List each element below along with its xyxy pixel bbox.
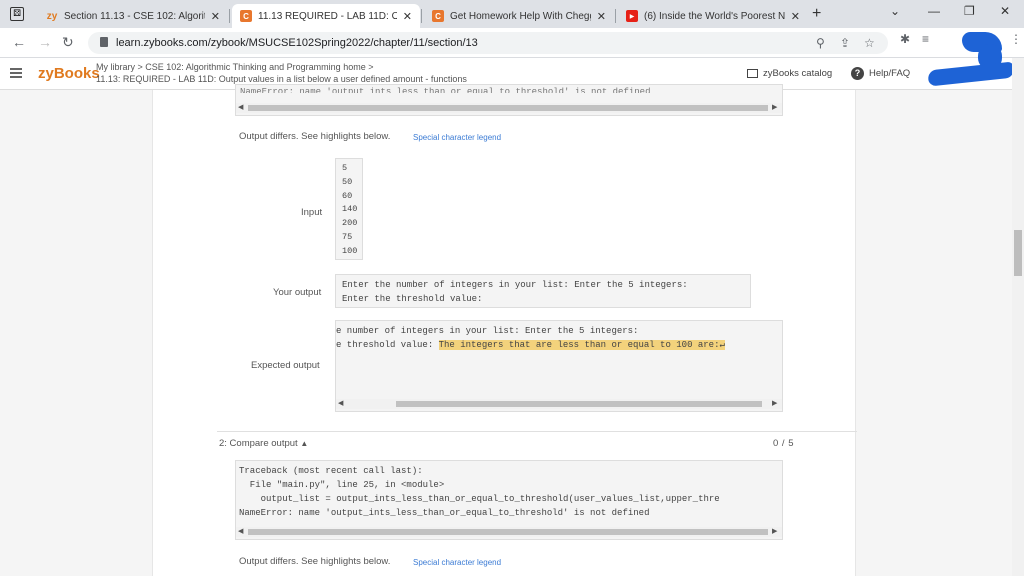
expected-output-line: e threshold value: The integers that are… — [336, 340, 725, 350]
previous-traceback-box: NameError: name 'output_ints_less_than_o… — [235, 84, 783, 116]
browser-menu-icon[interactable]: ⋮ — [1010, 32, 1022, 46]
help-icon: ? — [851, 67, 864, 80]
forward-icon[interactable]: → — [38, 34, 52, 50]
chegg-icon: C — [240, 10, 252, 22]
window-close-icon[interactable]: ✕ — [1000, 4, 1010, 18]
tab-title: (6) Inside the World's Poorest Ne — [644, 10, 785, 22]
close-icon[interactable]: ✕ — [597, 10, 606, 23]
tab-zybooks-section[interactable]: zy Section 11.13 - CSE 102: Algorith ✕ — [38, 4, 228, 28]
lock-icon — [100, 37, 108, 47]
your-output-line: Enter the number of integers in your lis… — [342, 280, 688, 290]
zybooks-logo[interactable]: zyBooks — [38, 65, 100, 82]
help-label: Help/FAQ — [869, 68, 911, 79]
traceback-line: Traceback (most recent call last): — [239, 466, 423, 476]
extensions-puzzle-icon[interactable]: ✱ — [900, 32, 910, 46]
diff-highlight: The integers that are less than or equal… — [438, 340, 725, 350]
page-vertical-scrollbar[interactable] — [1012, 58, 1024, 576]
close-icon[interactable]: ✕ — [403, 10, 412, 23]
horizontal-scrollbar[interactable]: ◀ ▶ — [236, 103, 782, 113]
share-icon[interactable]: ⇪ — [840, 36, 850, 50]
breadcrumb: My library > CSE 102: Algorithmic Thinki… — [96, 61, 467, 85]
your-output-line: Enter the threshold value: — [342, 294, 483, 304]
tab-title: 11.13 REQUIRED - LAB 11D: Outp — [258, 10, 397, 22]
input-box: 5 50 60 140 200 75 100 — [335, 158, 363, 260]
expected-output-line: e number of integers in your list: Enter… — [336, 326, 639, 336]
scroll-left-icon[interactable]: ◀ — [238, 527, 243, 537]
menu-icon[interactable] — [10, 68, 22, 78]
address-bar[interactable]: learn.zybooks.com/zybook/MSUCSE102Spring… — [88, 32, 888, 54]
traceback-box: Traceback (most recent call last): File … — [235, 460, 783, 540]
traceback-line: NameError: name 'output_ints_less_than_o… — [239, 508, 650, 518]
expected-output-label: Expected output — [251, 360, 320, 371]
tab-chegg[interactable]: C Get Homework Help With Chegg ✕ — [424, 4, 614, 28]
reading-list-icon[interactable]: ≡ — [922, 32, 929, 46]
app-menu-icon[interactable]: ⚄ — [10, 7, 24, 21]
minimize-icon[interactable]: — — [928, 4, 940, 18]
chegg-icon: C — [432, 10, 444, 22]
horizontal-scrollbar[interactable]: ◀ ▶ — [336, 399, 782, 409]
test-results-panel: NameError: name 'output_ints_less_than_o… — [152, 84, 857, 576]
close-icon[interactable]: ✕ — [791, 10, 800, 23]
special-character-legend-link[interactable]: Special character legend — [413, 133, 501, 142]
output-differs-text: Output differs. See highlights below. — [239, 556, 391, 567]
bookmark-star-icon[interactable]: ☆ — [864, 36, 875, 50]
zy-icon: zy — [46, 10, 58, 22]
traceback-line: File "main.py", line 25, in <module> — [239, 480, 445, 490]
url-text[interactable]: learn.zybooks.com/zybook/MSUCSE102Spring… — [116, 37, 478, 49]
browser-toolbar: ← → ↻ learn.zybooks.com/zybook/MSUCSE102… — [0, 28, 1024, 58]
scroll-left-icon[interactable]: ◀ — [238, 103, 243, 113]
tab-title: Get Homework Help With Chegg — [450, 10, 591, 22]
input-values: 5 50 60 140 200 75 100 — [342, 163, 358, 256]
back-icon[interactable]: ← — [12, 34, 26, 50]
truncated-traceback-line: NameError: name 'output_ints_less_than_o… — [240, 87, 651, 93]
scroll-right-icon[interactable]: ▶ — [772, 527, 777, 537]
test-title: 2: Compare output — [219, 438, 298, 449]
chevron-up-icon: ▲ — [300, 439, 309, 448]
breadcrumb-path[interactable]: My library > CSE 102: Algorithmic Thinki… — [96, 61, 467, 73]
your-output-label: Your output — [273, 287, 322, 298]
test-score: 0 / 5 — [773, 438, 794, 449]
scroll-right-icon[interactable]: ▶ — [772, 399, 777, 409]
reload-icon[interactable]: ↻ — [62, 34, 74, 51]
help-faq-link[interactable]: ? Help/FAQ — [851, 67, 910, 80]
horizontal-scrollbar[interactable]: ◀ ▶ — [236, 527, 782, 537]
zoom-icon[interactable]: ⚲ — [816, 36, 825, 50]
restore-icon[interactable]: ❐ — [964, 4, 975, 18]
close-icon[interactable]: ✕ — [211, 10, 220, 23]
zybooks-catalog-link[interactable]: zyBooks catalog — [747, 68, 832, 79]
new-tab-icon[interactable]: + — [812, 5, 821, 23]
tab-lab-11d[interactable]: C 11.13 REQUIRED - LAB 11D: Outp ✕ — [232, 4, 420, 28]
youtube-icon: ▶ — [626, 10, 638, 22]
tab-search-chevron-icon[interactable]: ⌄ — [890, 4, 900, 18]
expected-output-box: e number of integers in your list: Enter… — [335, 320, 783, 412]
input-label: Input — [301, 207, 323, 218]
output-differs-text: Output differs. See highlights below. — [239, 131, 391, 142]
catalog-icon — [747, 69, 758, 78]
tab-title: Section 11.13 - CSE 102: Algorith — [64, 10, 205, 22]
content-area: NameError: name 'output_ints_less_than_o… — [0, 84, 1012, 576]
your-output-box: Enter the number of integers in your lis… — [335, 274, 751, 308]
divider — [217, 431, 857, 432]
catalog-label: zyBooks catalog — [763, 68, 833, 79]
traceback-line: output_list = output_ints_less_than_or_e… — [239, 494, 720, 504]
compare-output-toggle[interactable]: 2: Compare output ▲ — [219, 438, 308, 449]
tab-youtube[interactable]: ▶ (6) Inside the World's Poorest Ne ✕ — [618, 4, 808, 28]
scroll-right-icon[interactable]: ▶ — [772, 103, 777, 113]
browser-tab-strip: ⚄ zy Section 11.13 - CSE 102: Algorith ✕… — [0, 0, 1024, 28]
special-character-legend-link[interactable]: Special character legend — [413, 558, 501, 567]
scroll-left-icon[interactable]: ◀ — [338, 399, 343, 409]
